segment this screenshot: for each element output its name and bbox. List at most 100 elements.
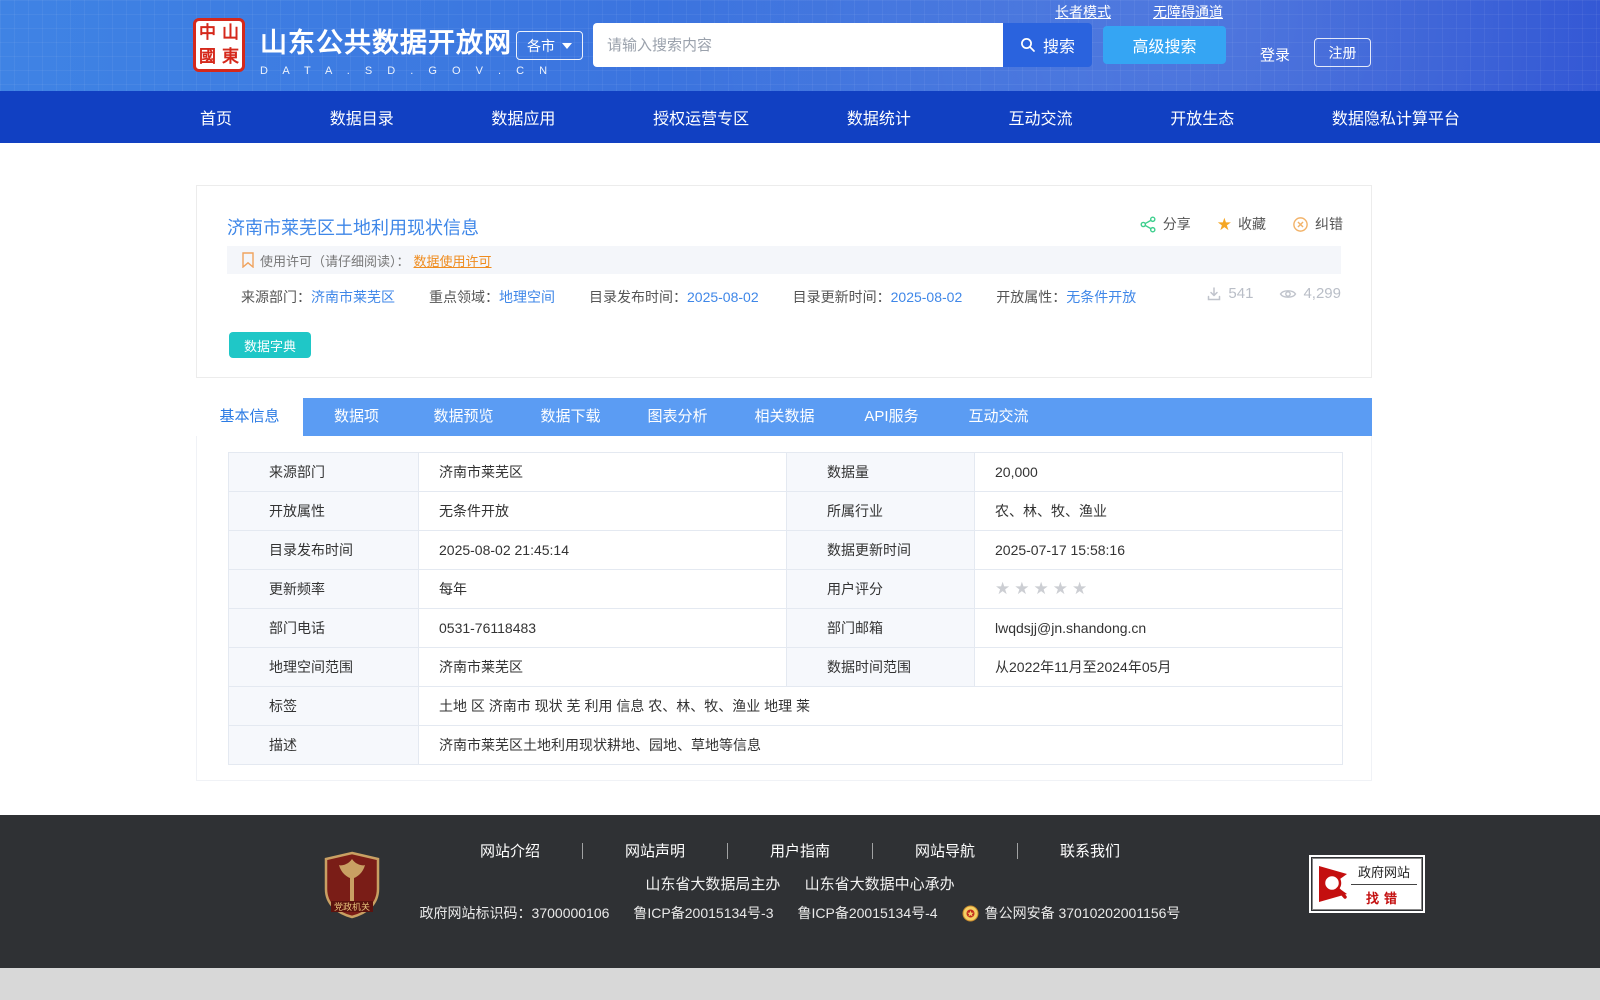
meta-label: 目录更新时间： — [793, 289, 891, 305]
tab-互动交流[interactable]: 互动交流 — [945, 398, 1052, 436]
download-count: 541 — [1206, 285, 1253, 302]
view-count: 4,299 — [1279, 285, 1341, 302]
field-value: 0531-76118483 — [419, 609, 787, 648]
advanced-search-button[interactable]: 高级搜索 — [1103, 26, 1226, 64]
favorite-button[interactable]: ★ 收藏 — [1217, 214, 1266, 234]
seal-char: 中 — [196, 21, 219, 45]
city-selector-label: 各市 — [527, 36, 555, 56]
field-label: 更新频率 — [229, 570, 419, 609]
nav-item-开放生态[interactable]: 开放生态 — [1170, 105, 1234, 129]
share-button[interactable]: 分享 — [1140, 214, 1191, 234]
nav-item-授权运营专区[interactable]: 授权运营专区 — [653, 105, 749, 129]
field-label: 部门电话 — [229, 609, 419, 648]
download-count-value: 541 — [1228, 285, 1253, 302]
police-registration[interactable]: 鲁公网安备 37010202001156号 — [962, 903, 1181, 923]
accessibility-channel-link[interactable]: 无障碍通道 — [1153, 2, 1223, 22]
search-input[interactable] — [593, 23, 1003, 67]
table-row: 地理空间范围济南市莱芜区数据时间范围从2022年11月至2024年05月 — [229, 648, 1343, 687]
meta-item: 来源部门：济南市莱芜区 — [241, 287, 395, 307]
meta-item: 目录更新时间：2025-08-02 — [793, 287, 963, 307]
site-domain: D A T A . S D . G O V . C N — [260, 65, 553, 77]
seal-char: 東 — [219, 45, 242, 69]
field-label: 部门邮箱 — [787, 609, 975, 648]
site-logo-text: 山东公共数据开放网 D A T A . S D . G O V . C N — [260, 21, 553, 77]
data-dictionary-button[interactable]: 数据字典 — [229, 332, 311, 358]
field-value: 土地 区 济南市 现状 芜 利用 信息 农、林、牧、渔业 地理 莱 — [419, 687, 1343, 726]
nav-item-数据目录[interactable]: 数据目录 — [330, 105, 394, 129]
icp-number-2[interactable]: 鲁ICP备20015134号-4 — [798, 903, 938, 923]
field-label: 标签 — [229, 687, 419, 726]
footer-link-联系我们[interactable]: 联系我们 — [1018, 840, 1162, 861]
footer-sponsors: 山东省大数据局主办 山东省大数据中心承办 — [196, 873, 1404, 894]
field-label: 开放属性 — [229, 492, 419, 531]
footer-link-网站导航[interactable]: 网站导航 — [873, 840, 1017, 861]
register-button[interactable]: 注册 — [1314, 38, 1371, 67]
rating-star-icons[interactable]: ★★★★★ — [995, 579, 1091, 598]
error-report-button[interactable]: 纠错 — [1292, 214, 1343, 234]
field-value: 2025-08-02 21:45:14 — [419, 531, 787, 570]
tab-图表分析[interactable]: 图表分析 — [624, 398, 731, 436]
login-link[interactable]: 登录 — [1260, 44, 1290, 65]
user-rating-stars: ★★★★★ — [975, 570, 1343, 609]
view-count-value: 4,299 — [1303, 285, 1341, 302]
site-footer: 党政机关 网站介绍网站声明用户指南网站导航联系我们 山东省大数据局主办 山东省大… — [0, 815, 1600, 968]
chevron-down-icon — [562, 43, 572, 49]
site-seal-logo: 中 山 國 東 — [193, 18, 245, 72]
site-title: 山东公共数据开放网 — [260, 21, 553, 60]
footer-link-网站声明[interactable]: 网站声明 — [583, 840, 727, 861]
search-box: 搜索 — [593, 23, 1092, 67]
elder-mode-link[interactable]: 长者模式 — [1055, 2, 1111, 22]
field-value: lwqdsjj@jn.shandong.cn — [975, 609, 1343, 648]
table-row: 描述济南市莱芜区土地利用现状耕地、园地、草地等信息 — [229, 726, 1343, 765]
nav-item-数据应用[interactable]: 数据应用 — [491, 105, 555, 129]
footer-link-用户指南[interactable]: 用户指南 — [728, 840, 872, 861]
field-label: 来源部门 — [229, 453, 419, 492]
meta-value-link[interactable]: 2025-08-02 — [891, 289, 963, 305]
meta-value-link[interactable]: 济南市莱芜区 — [311, 289, 395, 305]
detail-tabs: 基本信息数据项数据预览数据下载图表分析相关数据API服务互动交流 — [196, 398, 1372, 436]
accessibility-links: 长者模式 无障碍通道 — [1055, 2, 1223, 22]
table-row: 开放属性无条件开放所属行业农、林、牧、渔业 — [229, 492, 1343, 531]
table-row: 来源部门济南市莱芜区数据量20,000 — [229, 453, 1343, 492]
table-row: 标签土地 区 济南市 现状 芜 利用 信息 农、林、牧、渔业 地理 莱 — [229, 687, 1343, 726]
search-button-label: 搜索 — [1043, 33, 1075, 57]
gov-site-badge-line2: 找错 — [1351, 885, 1417, 907]
meta-value-link[interactable]: 无条件开放 — [1066, 289, 1136, 305]
seal-char: 山 — [219, 21, 242, 45]
dataset-title: 济南市莱芜区土地利用现状信息 — [227, 214, 479, 240]
field-label: 描述 — [229, 726, 419, 765]
tab-数据项[interactable]: 数据项 — [303, 398, 410, 436]
field-value: 济南市莱芜区土地利用现状耕地、园地、草地等信息 — [419, 726, 1343, 765]
eye-icon — [1279, 287, 1297, 301]
dataset-summary-card: 济南市莱芜区土地利用现状信息 分享 ★ 收藏 纠错 — [196, 185, 1372, 378]
icp-number-1[interactable]: 鲁ICP备20015134号-3 — [633, 903, 773, 923]
nav-item-互动交流[interactable]: 互动交流 — [1009, 105, 1073, 129]
tab-数据下载[interactable]: 数据下载 — [517, 398, 624, 436]
field-value: 济南市莱芜区 — [419, 453, 787, 492]
meta-item: 开放属性：无条件开放 — [996, 287, 1136, 307]
license-label: 使用许可（请仔细阅读）： — [260, 251, 410, 270]
police-registration-text: 鲁公网安备 37010202001156号 — [985, 903, 1181, 923]
footer-organizer: 山东省大数据中心承办 — [805, 876, 955, 893]
meta-label: 来源部门： — [241, 289, 311, 305]
search-button[interactable]: 搜索 — [1003, 23, 1092, 67]
footer-sponsor: 山东省大数据局主办 — [645, 876, 780, 893]
nav-item-数据统计[interactable]: 数据统计 — [847, 105, 911, 129]
tab-API服务[interactable]: API服务 — [838, 398, 945, 436]
field-value: 每年 — [419, 570, 787, 609]
gov-site-error-report-badge[interactable]: 政府网站 找错 — [1312, 858, 1422, 910]
license-link[interactable]: 数据使用许可 — [414, 251, 492, 270]
meta-value-link[interactable]: 地理空间 — [499, 289, 555, 305]
meta-value-link[interactable]: 2025-08-02 — [687, 289, 759, 305]
tab-基本信息[interactable]: 基本信息 — [196, 398, 303, 436]
tab-数据预览[interactable]: 数据预览 — [410, 398, 517, 436]
site-code: 政府网站标识码：3700000106 — [420, 903, 610, 923]
field-label: 所属行业 — [787, 492, 975, 531]
nav-item-数据隐私计算平台[interactable]: 数据隐私计算平台 — [1332, 105, 1460, 129]
nav-item-首页[interactable]: 首页 — [200, 105, 232, 129]
tab-相关数据[interactable]: 相关数据 — [731, 398, 838, 436]
city-selector-dropdown[interactable]: 各市 — [516, 31, 583, 60]
field-label: 数据时间范围 — [787, 648, 975, 687]
footer-link-网站介绍[interactable]: 网站介绍 — [438, 840, 582, 861]
police-badge-icon — [962, 905, 979, 922]
